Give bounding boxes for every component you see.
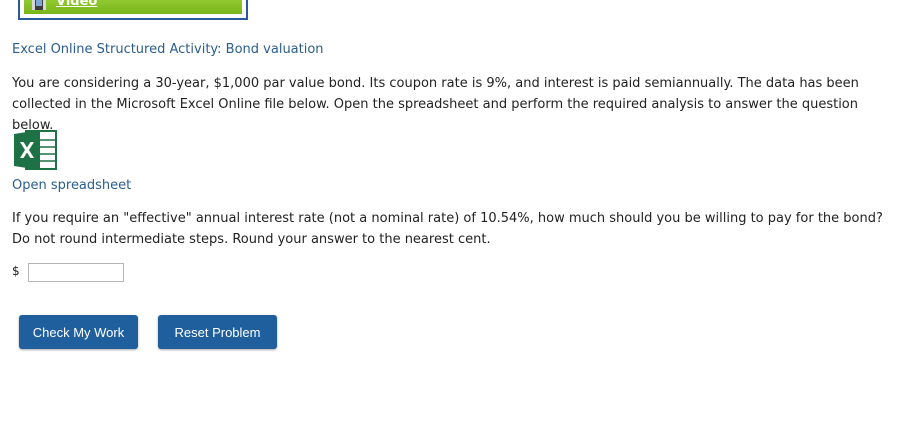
film-icon <box>32 0 46 10</box>
page: Video Excel Online Structured Activity: … <box>0 0 901 434</box>
check-my-work-button[interactable]: Check My Work <box>19 315 138 349</box>
video-box[interactable]: Video <box>18 0 248 20</box>
intro-text: You are considering a 30-year, $1,000 pa… <box>12 76 859 133</box>
video-link[interactable]: Video <box>56 0 97 9</box>
question-text: If you require an "effective" annual int… <box>12 211 883 247</box>
reset-problem-button[interactable]: Reset Problem <box>158 315 277 349</box>
answer-input[interactable] <box>28 263 124 282</box>
video-banner[interactable]: Video <box>24 0 242 14</box>
currency-symbol: $ <box>12 264 20 278</box>
excel-icon[interactable] <box>12 128 58 172</box>
open-spreadsheet-link[interactable]: Open spreadsheet <box>12 178 131 193</box>
activity-title: Excel Online Structured Activity: Bond v… <box>12 42 324 57</box>
